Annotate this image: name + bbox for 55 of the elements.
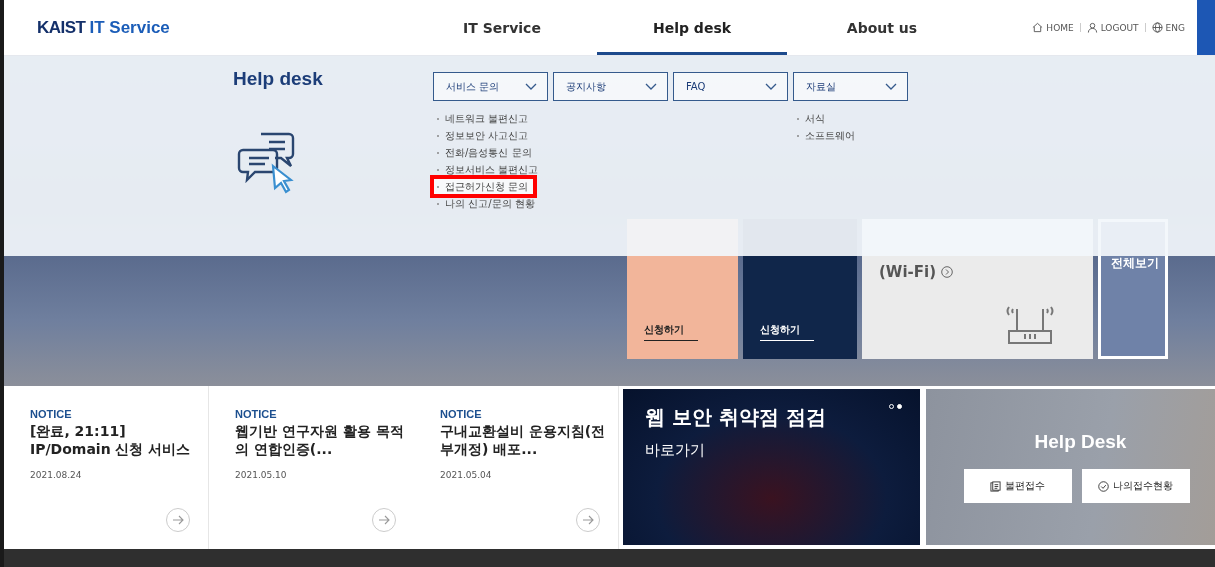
notice-card[interactable]: NOTICE 웹기반 연구자원 활용 목적의 연합인증(... 2021.05.10 xyxy=(209,386,414,549)
report-button[interactable]: 불편접수 xyxy=(963,469,1072,503)
notice-tag: NOTICE xyxy=(30,408,208,420)
security-banner[interactable]: 웹 보안 취약점 점검 바로가기 xyxy=(623,389,920,545)
nav-tab[interactable]: IT Service xyxy=(407,3,597,55)
notice-tag: NOTICE xyxy=(440,408,618,420)
arrow-right-icon xyxy=(172,515,184,525)
notice-tag: NOTICE xyxy=(235,408,414,420)
menu-item[interactable]: 서식 xyxy=(797,110,908,127)
nav-tab[interactable]: About us xyxy=(787,3,977,55)
menu-title: Help desk xyxy=(233,68,324,90)
home-link[interactable]: HOME xyxy=(1032,22,1074,33)
home-icon xyxy=(1032,22,1044,33)
menu-item[interactable]: 나의 신고/문의 현황 xyxy=(437,195,548,212)
menu-item[interactable]: 정보보안 사고신고 xyxy=(437,127,548,144)
arrow-right-button[interactable] xyxy=(372,508,396,532)
arrow-right-button[interactable] xyxy=(166,508,190,532)
category-dropdown[interactable]: 서비스 문의 xyxy=(433,72,548,101)
chevron-down-icon xyxy=(885,82,897,91)
arrow-right-icon xyxy=(582,515,594,525)
menu-item[interactable]: 네트워크 불편신고 xyxy=(437,110,548,127)
side-tab[interactable] xyxy=(1197,0,1215,55)
apply-link[interactable]: 신청하기 xyxy=(760,323,814,341)
logout-link[interactable]: LOGOUT xyxy=(1086,22,1139,33)
chevron-down-icon xyxy=(645,82,657,91)
chevron-down-icon xyxy=(765,82,777,91)
check-circle-icon xyxy=(1098,480,1109,492)
menu-item[interactable]: 전화/음성통신 문의 xyxy=(437,144,548,161)
menu-item[interactable]: 정보서비스 불편신고 xyxy=(437,161,548,178)
helpdesk-title: Help Desk xyxy=(1034,431,1127,453)
carousel-dot[interactable] xyxy=(897,404,902,409)
globe-icon xyxy=(1151,22,1163,33)
apply-link[interactable]: 신청하기 xyxy=(644,323,698,341)
banner-link[interactable]: 바로가기 xyxy=(645,441,705,460)
notice-date: 2021.05.04 xyxy=(440,470,493,480)
arrow-circle-icon xyxy=(941,266,953,278)
category-dropdown[interactable]: FAQ xyxy=(673,72,788,101)
notice-date: 2021.05.10 xyxy=(235,470,288,480)
category-dropdown[interactable]: 자료실 xyxy=(793,72,908,101)
status-button[interactable]: 나의접수현황 xyxy=(1081,469,1190,503)
chevron-down-icon xyxy=(525,82,537,91)
document-icon xyxy=(990,480,1001,492)
notice-title[interactable]: [완료, 21:11] IP/Domain 신청 서비스 xyxy=(30,422,200,458)
notice-title[interactable]: 구내교환설비 운용지침(전부개정) 배포... xyxy=(440,422,610,458)
arrow-right-icon xyxy=(378,515,390,525)
language-link[interactable]: ENG xyxy=(1151,22,1185,33)
arrow-right-button[interactable] xyxy=(576,508,600,532)
site-logo[interactable]: KAIST IT Service xyxy=(4,0,407,55)
notice-title[interactable]: 웹기반 연구자원 활용 목적의 연합인증(... xyxy=(235,422,405,458)
banner-title: 웹 보안 취약점 점검 xyxy=(645,404,826,431)
tile-title: (Wi-Fi) xyxy=(879,263,936,281)
notice-date: 2021.08.24 xyxy=(30,470,83,480)
category-dropdown[interactable]: 공지사항 xyxy=(553,72,668,101)
menu-item[interactable]: 소프트웨어 xyxy=(797,127,908,144)
user-icon xyxy=(1086,22,1098,33)
